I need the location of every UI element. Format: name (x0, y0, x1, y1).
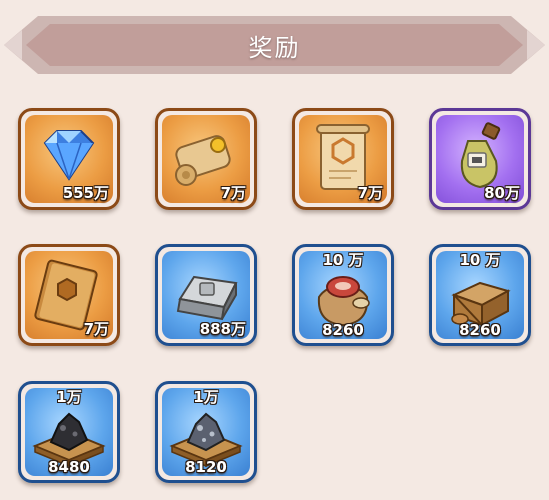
reward-quantity: 7万 (357, 184, 383, 202)
reward-slot-wood-crate[interactable]: 10 万 8260 (429, 244, 531, 346)
reward-quantity: 8260 (322, 321, 364, 339)
reward-top-quantity: 1万 (193, 388, 219, 406)
reward-quantity: 888万 (199, 320, 246, 338)
reward-top-quantity: 10 万 (322, 251, 364, 269)
reward-quantity: 8480 (48, 458, 90, 476)
page-title: 奖励 (248, 34, 301, 62)
reward-slot-potion[interactable]: 80万 (429, 108, 531, 210)
title-banner: 奖励 (2, 14, 547, 76)
reward-slot-iron-ingot[interactable]: 888万 (155, 244, 257, 346)
reward-slot-book[interactable]: 7万 (18, 244, 120, 346)
reward-top-quantity: 10 万 (459, 251, 501, 269)
reward-slot-ore-pallet[interactable]: 1万 8120 (155, 381, 257, 483)
reward-top-quantity: 1万 (56, 388, 82, 406)
reward-quantity: 555万 (62, 184, 109, 202)
reward-quantity: 7万 (83, 320, 109, 338)
reward-quantity: 8260 (459, 321, 501, 339)
reward-slot-meat-sack[interactable]: 10 万 8260 (292, 244, 394, 346)
reward-quantity: 8120 (185, 458, 227, 476)
reward-quantity: 7万 (220, 184, 246, 202)
reward-slot-scroll[interactable]: 7万 (155, 108, 257, 210)
reward-slot-diamond[interactable]: 555万 (18, 108, 120, 210)
reward-quantity: 80万 (484, 184, 520, 202)
reward-slot-coal-pallet[interactable]: 1万 8480 (18, 381, 120, 483)
reward-slot-parchment[interactable]: 7万 (292, 108, 394, 210)
